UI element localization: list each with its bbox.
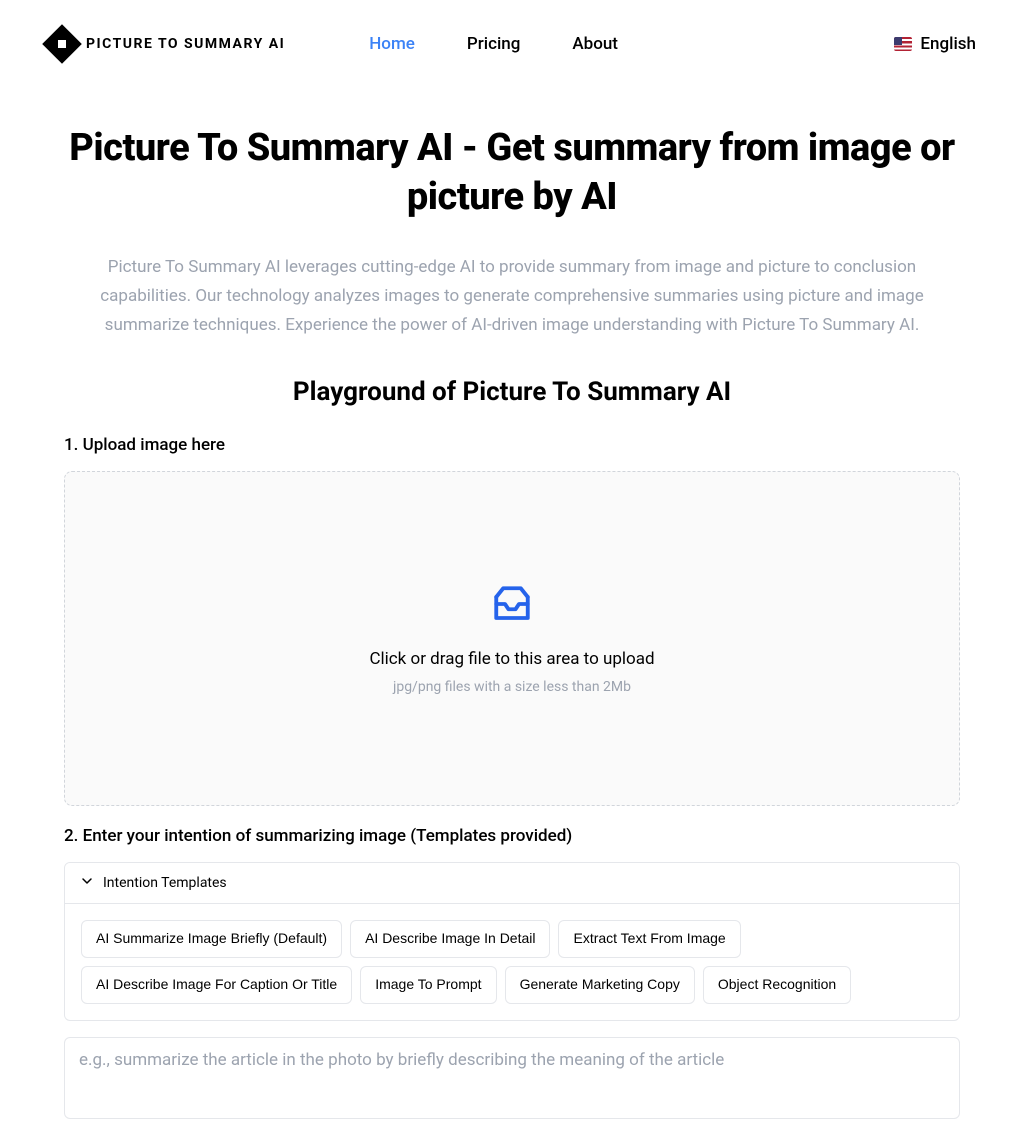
nav-home[interactable]: Home — [369, 34, 415, 54]
diamond-icon — [42, 24, 82, 64]
page-description: Picture To Summary AI leverages cutting-… — [64, 253, 960, 340]
playground-title: Playground of Picture To Summary AI — [64, 377, 960, 407]
collapse-header[interactable]: Intention Templates — [65, 863, 959, 903]
chevron-down-icon — [81, 875, 93, 891]
step2-label: 2. Enter your intention of summarizing i… — [64, 826, 960, 846]
template-marketing-copy[interactable]: Generate Marketing Copy — [505, 966, 695, 1004]
nav-pricing[interactable]: Pricing — [467, 34, 521, 54]
upload-dropzone[interactable]: Click or drag file to this area to uploa… — [64, 471, 960, 806]
main-content: Picture To Summary AI - Get summary from… — [0, 88, 1024, 1123]
template-caption-title[interactable]: AI Describe Image For Caption Or Title — [81, 966, 352, 1004]
templates-body: AI Summarize Image Briefly (Default) AI … — [65, 903, 959, 1019]
intention-input[interactable] — [64, 1037, 960, 1119]
upload-main-text: Click or drag file to this area to uploa… — [369, 649, 654, 669]
upload-hint-text: jpg/png files with a size less than 2Mb — [393, 679, 631, 695]
page-title: Picture To Summary AI - Get summary from… — [64, 124, 960, 223]
language-selector[interactable]: English — [894, 34, 976, 54]
language-label: English — [920, 34, 976, 54]
collapse-label: Intention Templates — [103, 875, 227, 891]
nav: Home Pricing About — [369, 34, 618, 54]
step1-label: 1. Upload image here — [64, 435, 960, 455]
template-object-recognition[interactable]: Object Recognition — [703, 966, 851, 1004]
nav-about[interactable]: About — [572, 34, 618, 54]
template-extract-text[interactable]: Extract Text From Image — [558, 920, 740, 958]
templates-collapse: Intention Templates AI Summarize Image B… — [64, 862, 960, 1020]
inbox-icon — [491, 583, 533, 629]
header: PICTURE TO SUMMARY AI Home Pricing About… — [0, 0, 1024, 88]
template-describe-detail[interactable]: AI Describe Image In Detail — [350, 920, 550, 958]
template-image-prompt[interactable]: Image To Prompt — [360, 966, 496, 1004]
logo-text: PICTURE TO SUMMARY AI — [86, 36, 285, 52]
flag-us-icon — [894, 37, 912, 51]
logo[interactable]: PICTURE TO SUMMARY AI — [48, 30, 285, 58]
template-summarize-brief[interactable]: AI Summarize Image Briefly (Default) — [81, 920, 342, 958]
